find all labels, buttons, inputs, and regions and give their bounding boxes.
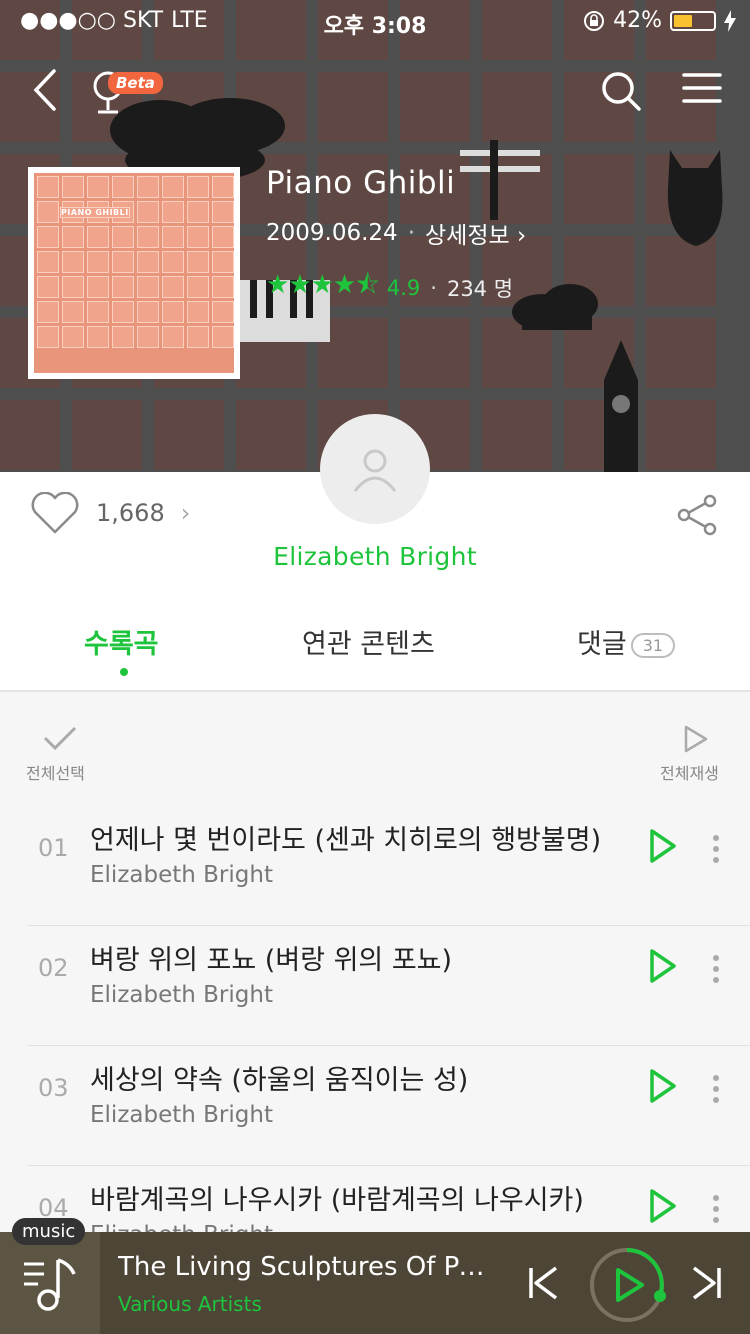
rotation-lock-icon [584, 10, 605, 31]
share-icon[interactable] [676, 494, 718, 536]
comment-count-badge: 31 [630, 633, 676, 658]
album-cover[interactable]: PIANO GHIBLI [28, 167, 240, 379]
content-tabs: 수록곡 연관 콘텐츠 댓글 31 [0, 622, 750, 668]
tab-tracks[interactable]: 수록곡 [84, 622, 159, 661]
release-date: 2009.06.24 [266, 220, 398, 246]
rating-stars: ★★★★⯪ [266, 270, 380, 300]
play-track-icon[interactable] [648, 1188, 678, 1224]
more-options-icon[interactable] [712, 954, 720, 984]
album-title: Piano Ghibli [266, 165, 456, 201]
cloud-silhouette [512, 284, 598, 330]
album-meta: 2009.06.24 · 상세정보 › [266, 216, 526, 250]
more-options-icon[interactable] [712, 1074, 720, 1104]
play-all-icon[interactable] [682, 724, 710, 754]
next-track-icon[interactable] [690, 1266, 722, 1300]
clocktower-silhouette [604, 340, 638, 472]
sign-silhouette [460, 140, 540, 220]
music-playlist-icon [24, 1258, 76, 1311]
track-number: 03 [38, 1074, 69, 1102]
battery-icon [670, 10, 716, 31]
play-all-label[interactable]: 전체재생 [660, 760, 719, 784]
select-all-check-icon[interactable] [42, 724, 78, 752]
select-all-label[interactable]: 전체선택 [26, 760, 85, 784]
rater-count: 234 명 [446, 277, 514, 301]
search-icon[interactable] [600, 70, 642, 112]
track-row[interactable]: 03 세상의 약속 (하울의 움직이는 성) Elizabeth Bright [28, 1046, 750, 1166]
track-title: 언제나 몇 번이라도 (센과 치히로의 행방불명) [90, 825, 602, 856]
chevron-right-icon: › [180, 499, 191, 527]
status-bar: ●●●○○ SKT LTE 오후 3:08 42% [0, 0, 750, 40]
charging-icon [724, 9, 736, 32]
play-pause-button[interactable] [588, 1246, 666, 1324]
play-track-icon[interactable] [648, 1068, 678, 1104]
more-options-icon[interactable] [712, 834, 720, 864]
track-title: 바람계곡의 나우시카 (바람계곡의 나우시카) [90, 1185, 584, 1216]
artist-avatar[interactable] [320, 414, 430, 524]
play-track-icon[interactable] [648, 828, 678, 864]
album-rating[interactable]: ★★★★⯪ 4.9 · 234 명 [266, 266, 513, 310]
tab-related-content[interactable]: 연관 콘텐츠 [302, 622, 435, 661]
track-title: 벼랑 위의 포뇨 (벼랑 위의 포뇨) [90, 945, 453, 976]
chevron-right-icon: › [516, 223, 527, 249]
track-number: 02 [38, 954, 69, 982]
mini-player[interactable]: The Living Sculptures Of Pemberley Vario… [0, 1232, 750, 1334]
track-artist: Elizabeth Bright [90, 862, 273, 888]
active-tab-indicator [120, 668, 128, 676]
track-title: 세상의 약속 (하울의 움직이는 성) [90, 1065, 469, 1096]
beta-badge: Beta [108, 72, 163, 94]
cat-silhouette [667, 150, 723, 246]
artist-name[interactable]: Elizabeth Bright [0, 542, 750, 571]
like-button[interactable]: 1,668 › [30, 492, 190, 534]
track-row[interactable]: 01 언제나 몇 번이라도 (센과 치히로의 행방불명) Elizabeth Bri… [28, 806, 750, 926]
user-icon [353, 449, 397, 492]
top-navigation: Beta [0, 62, 750, 122]
back-icon[interactable] [30, 68, 60, 112]
album-cover-text: PIANO GHIBLI [60, 207, 130, 218]
track-artist: Elizabeth Bright [90, 1102, 273, 1128]
now-playing-artist: Various Artists [118, 1292, 262, 1316]
tab-comments[interactable]: 댓글 31 [577, 622, 676, 661]
more-options-icon[interactable] [712, 1194, 720, 1224]
like-count: 1,668 [96, 499, 165, 527]
play-track-icon[interactable] [648, 948, 678, 984]
track-number: 01 [38, 834, 69, 862]
music-tag: music [12, 1218, 86, 1245]
hamburger-menu-icon[interactable] [682, 72, 722, 104]
detail-link[interactable]: 상세정보 › [425, 216, 526, 250]
track-artist: Elizabeth Bright [90, 982, 273, 1008]
now-playing-title: The Living Sculptures Of Pemberley [118, 1252, 498, 1282]
previous-track-icon[interactable] [528, 1266, 560, 1300]
artist-info-section: 1,668 › Elizabeth Bright 수록곡 연관 콘텐츠 댓글 31 [0, 414, 750, 692]
battery-percent: 42% [613, 8, 662, 33]
mini-player-art[interactable] [0, 1232, 100, 1334]
rating-score: 4.9 [386, 276, 421, 300]
track-row[interactable]: 02 벼랑 위의 포뇨 (벼랑 위의 포뇨) Elizabeth Bright [28, 926, 750, 1046]
heart-icon [31, 492, 79, 534]
